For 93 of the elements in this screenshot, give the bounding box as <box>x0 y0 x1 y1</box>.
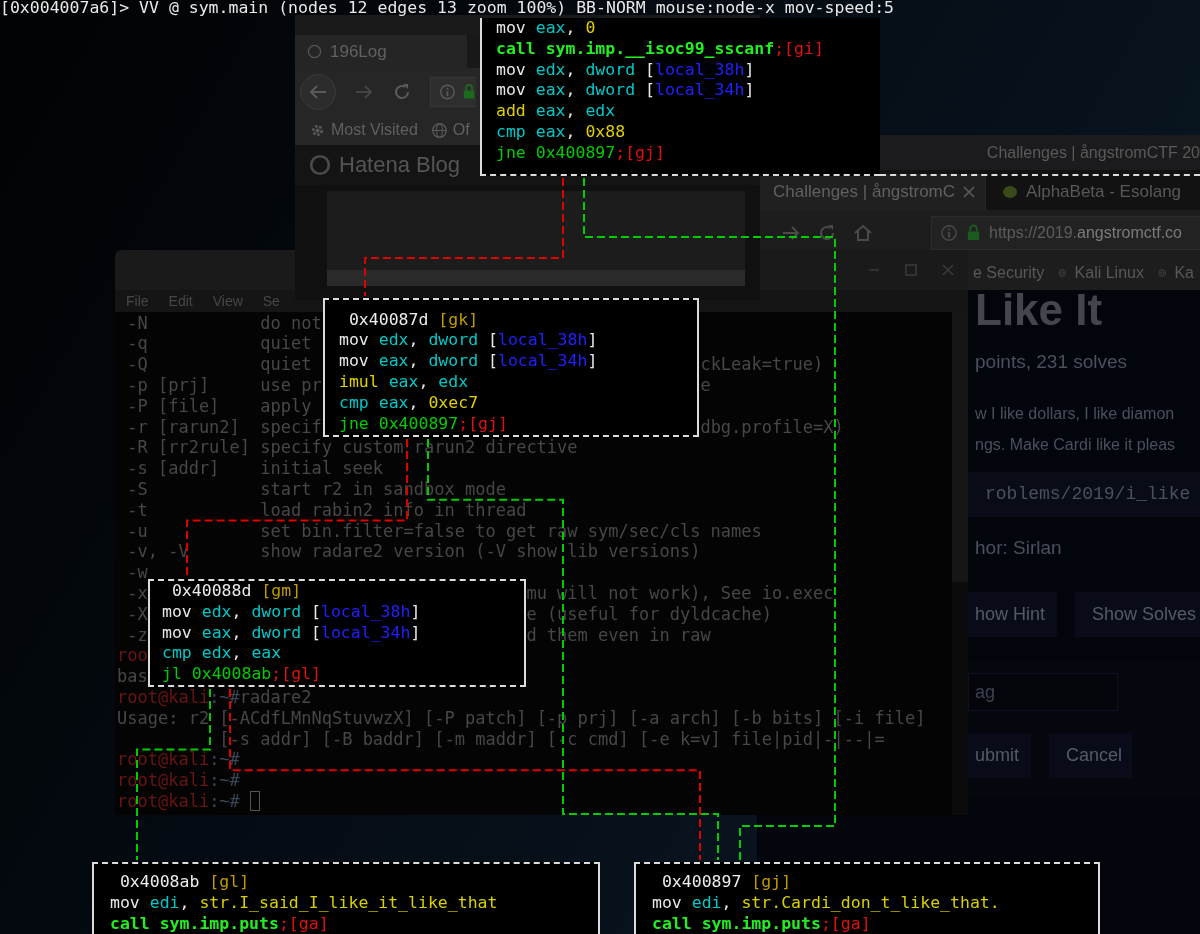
asm-line: add eax, edx <box>496 101 616 122</box>
terminal-line: ckLeak=true) <box>700 354 824 375</box>
blob-icon <box>1002 184 1019 200</box>
url-field[interactable] <box>430 76 476 107</box>
lock-icon <box>966 224 981 241</box>
terminal-line: -N do not <box>127 312 322 334</box>
terminal-line: -P [file] apply <box>127 395 312 417</box>
challenge-description: w I like dollars, I like diamon ngs. Make Cardi like it pleas <box>974 404 1177 455</box>
home-icon[interactable] <box>853 222 873 243</box>
bookmark-item[interactable]: Most Visited <box>331 121 418 139</box>
info-icon <box>439 82 456 101</box>
graph-node[interactable]: 0x40088d [gm] mov edx, dword [local_38h] mov eax, dword [local_34h] cmp edx, eax jl 0x4008ab;[gl] <box>148 579 526 687</box>
bookmark-item[interactable]: Kali Linux <box>1074 263 1144 282</box>
page-icon <box>307 44 322 59</box>
asm-line: mov eax, dword [local_34h] <box>162 622 421 644</box>
asm-line: call sym.imp.puts;[ga] <box>110 913 329 934</box>
terminal-prompt: roo <box>117 645 148 667</box>
terminal-line: d them even in raw <box>526 624 711 646</box>
close-icon[interactable] <box>963 186 976 198</box>
browser-tab[interactable]: Challenges | ångstromC <box>757 174 986 210</box>
asm-line: mov edi, str.I_said_I_like_it_like_that <box>110 892 498 914</box>
terminal-prompt: root@kali:~# <box>117 790 240 812</box>
info-icon <box>940 223 958 242</box>
window-title: Challenges | ångstromCTF 20 <box>986 143 1200 162</box>
scrollbar[interactable] <box>952 312 968 815</box>
circle-icon <box>309 154 331 176</box>
asm-line: cmp edx, eax <box>162 643 282 665</box>
asm-line: cmp eax, 0x88 <box>496 122 626 143</box>
submit-button[interactable]: ubmit <box>968 733 1031 778</box>
asm-line: call sym.imp.__isoc99_sscanf;[gi] <box>496 38 824 60</box>
asm-line: mov eax, dword [local_34h] <box>496 80 755 102</box>
path-code: roblems/2019/i_like <box>968 472 1200 517</box>
terminal-prompt: root@kali:~#radare2 <box>117 686 312 708</box>
terminal-line: -s [addr] initial seek <box>127 458 384 479</box>
graph-node[interactable]: 0x4008ab [gl] mov edi, str.I_said_I_like_it_like_that call sym.imp.puts;[ga] <box>92 862 600 934</box>
bookmark-item[interactable]: Ka <box>1174 263 1194 282</box>
terminal-line: -x <box>127 582 148 604</box>
block-address: 0x40088d [gm] <box>170 581 302 602</box>
terminal-line: -w <box>127 562 148 583</box>
author-text: hor: Sirlan <box>974 536 1063 560</box>
terminal-line: dbg.profile=X) <box>700 416 844 438</box>
solves-button[interactable]: Show Solves <box>1075 592 1200 637</box>
url-text: https://2019.angstromctf.co <box>989 223 1182 242</box>
terminal-line: -p [prj] use pr <box>127 375 322 396</box>
challenge-meta: points, 231 solves <box>974 350 1129 374</box>
asm-line: mov edx, dword [local_38h] <box>496 59 755 81</box>
flag-field[interactable]: ag <box>968 673 1118 711</box>
terminal-line: -Q quiet <box>127 354 312 375</box>
block-address: 0x4008ab [gl] <box>118 872 250 893</box>
url-field[interactable]: https://2019.angstromctf.co <box>931 215 1200 250</box>
close-icon[interactable] <box>942 264 954 276</box>
back-button[interactable] <box>300 73 336 110</box>
asm-line: mov edx, dword [local_38h] <box>162 601 421 623</box>
asm-line: call sym.imp.puts;[ga] <box>652 913 871 934</box>
graph-node[interactable]: 0x400897 [gj] mov edi, str.Cardi_don_t_like_that. call sym.imp.puts;[ga] <box>634 862 1100 934</box>
terminal-line: e (useful for dyldcache) <box>526 603 773 625</box>
maximize-icon[interactable] <box>905 264 917 276</box>
terminal-line: -X <box>127 603 148 625</box>
terminal-line: bas <box>117 666 148 687</box>
asm-line: mov edi, str.Cardi_don_t_like_that. <box>652 892 1000 914</box>
terminal-line: e <box>700 375 711 396</box>
terminal-line: [-s addr] [-B baddr] [-m maddr] [-c cmd] [-e k=v] file|pid|-|--|= <box>219 728 885 750</box>
globe-icon <box>430 121 448 139</box>
block-address: 0x400897 [gj] <box>660 872 792 893</box>
asm-line: cmp eax, 0xec7 <box>339 392 479 414</box>
asm-line: mov eax, 0 <box>496 18 596 39</box>
asm-line: jne 0x400897;[gj] <box>496 142 665 164</box>
graph-node[interactable]: mov eax, 0 call sym.imp.__isoc99_sscanf;[gi] mov edx, dword [local_38h] mov eax, dword [local_34h] add eax, edx cmp eax, 0x88 jne 0x400897;[gj] <box>480 18 880 176</box>
block-address: 0x40087d [gk] <box>347 309 479 331</box>
asm-line: mov edx, dword [local_38h] <box>339 330 598 352</box>
bookmark-item[interactable]: Of <box>452 121 470 139</box>
graph-node[interactable]: 0x40087d [gk] mov edx, dword [local_38h] mov eax, dword [local_34h] imul eax, edx cmp eax, 0xec7 jne 0x400897;[gj] <box>323 298 699 437</box>
asm-line: imul eax, edx <box>339 372 469 393</box>
terminal-prompt: root@kali:~# <box>117 770 240 791</box>
terminal-line: Usage: r2 [-ACdfLMnNqStuvwzX] [-P patch] [-p prj] [-a arch] [-b bits] [-i file] <box>117 707 926 729</box>
terminal-line: -q quiet <box>127 333 312 355</box>
terminal-line: -r [rarun2] specif <box>127 416 322 438</box>
reload-icon[interactable] <box>817 222 837 243</box>
asm-line: jne 0x400897;[gj] <box>339 413 508 435</box>
terminal-prompt: root@kali:~# <box>117 749 240 771</box>
cancel-button[interactable]: Cancel <box>1049 733 1133 778</box>
lock-icon <box>461 83 476 100</box>
terminal-line: -z <box>127 624 148 646</box>
bookmark-item[interactable]: e Security <box>973 263 1045 282</box>
hint-button[interactable]: how Hint <box>968 592 1058 637</box>
terminal-line: -t load rabin2 info in thread <box>127 499 527 521</box>
asm-line: mov eax, dword [local_34h] <box>339 351 598 372</box>
browser-tab[interactable]: 196Log <box>295 35 467 68</box>
page-heading: Like It <box>974 290 1104 330</box>
status-line: [0x004007a6]> VV @ sym.main (nodes 12 edges 13 zoom 100%) BB-NORM mouse:node-x mov-speed:5 <box>0 0 895 18</box>
site-logo: Hatena Blog <box>339 152 461 178</box>
terminal-line: -R [rr2rule] specify custom rarun2 directive <box>127 437 578 459</box>
asm-line: jl 0x4008ab;[gl] <box>162 664 321 685</box>
